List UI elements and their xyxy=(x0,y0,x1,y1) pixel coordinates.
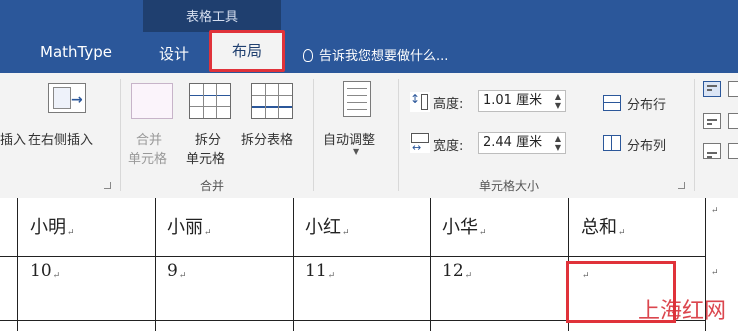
tell-me-text: 告诉我您想要做什么... xyxy=(319,49,449,64)
row-end-mark: ↵ xyxy=(711,268,719,278)
table-header-cell[interactable]: 小华↵ xyxy=(442,213,487,239)
cell-size-group-label: 单元格大小 xyxy=(479,179,540,193)
ribbon-separator xyxy=(120,79,121,191)
ribbon: → 插入 在右侧插入 合并 单元格 拆分 单元格 拆分表格 合并 自动调整 ▼ … xyxy=(0,73,738,199)
dialog-launcher-icon[interactable] xyxy=(678,182,685,189)
table-border xyxy=(293,198,294,331)
table-header-cell[interactable]: 小明↵ xyxy=(30,213,75,239)
row-height-icon: ↕ xyxy=(410,92,430,112)
tab-layout[interactable]: 布局 xyxy=(209,30,285,72)
spinner-arrows-icon[interactable]: ▲ ▼ xyxy=(555,134,561,152)
align-top-left-icon[interactable] xyxy=(703,81,721,97)
distribute-rows-icon[interactable] xyxy=(603,95,621,111)
split-table-icon[interactable] xyxy=(251,83,293,119)
tab-mathtype[interactable]: MathType xyxy=(40,43,112,61)
table-border xyxy=(0,256,706,257)
table-tools-title: 表格工具 xyxy=(185,10,238,25)
column-width-icon: ↔ xyxy=(410,133,430,154)
row-height-value: 1.01 厘米 xyxy=(483,93,543,108)
table-cell[interactable]: 11↵ xyxy=(305,261,335,281)
row-end-mark: ↵ xyxy=(711,206,719,216)
table-header-cell[interactable]: 小红↵ xyxy=(305,213,350,239)
width-label: 宽度: xyxy=(433,139,464,154)
split-table-button[interactable]: 拆分表格 xyxy=(241,129,293,148)
merge-cells-icon[interactable] xyxy=(131,83,173,119)
height-label: 高度: xyxy=(433,97,464,112)
ribbon-separator xyxy=(313,79,314,191)
align-bottom-left-icon[interactable] xyxy=(703,143,721,159)
insert-right-button[interactable]: 在右侧插入 xyxy=(28,129,93,148)
table-header-cell[interactable]: 小丽↵ xyxy=(167,213,212,239)
chevron-down-icon[interactable]: ▼ xyxy=(353,147,359,156)
table-border xyxy=(17,198,18,331)
lightbulb-icon xyxy=(303,49,313,62)
align-middle-center-icon[interactable] xyxy=(728,113,738,129)
spinner-arrows-icon[interactable]: ▲ ▼ xyxy=(555,92,561,110)
align-middle-left-icon[interactable] xyxy=(703,113,721,129)
table-border xyxy=(155,198,156,331)
split-cells-icon[interactable] xyxy=(189,83,231,119)
autofit-button[interactable]: 自动调整 xyxy=(323,129,375,148)
merge-cells-label-1: 合并 xyxy=(136,133,163,148)
align-bottom-center-icon[interactable] xyxy=(728,143,738,159)
distribute-columns-icon[interactable] xyxy=(603,135,621,151)
row-height-input[interactable]: 1.01 厘米 ▲ ▼ xyxy=(478,90,566,112)
distribute-rows-button[interactable]: 分布行 xyxy=(627,94,666,113)
ribbon-separator xyxy=(398,79,399,191)
split-cells-label-2[interactable]: 单元格 xyxy=(186,148,225,167)
tell-me-search[interactable]: 告诉我您想要做什么... xyxy=(303,45,448,64)
align-top-center-icon[interactable] xyxy=(728,81,738,97)
watermark: 上海红网 xyxy=(637,299,726,324)
merge-cells-label-2: 单元格 xyxy=(128,152,168,167)
column-width-value: 2.44 厘米 xyxy=(483,135,543,150)
insert-left-label[interactable]: 插入 xyxy=(0,129,26,148)
merge-group-label: 合并 xyxy=(200,179,225,193)
table-cell[interactable]: 9↵ xyxy=(167,261,186,281)
ribbon-separator xyxy=(694,79,695,191)
column-width-input[interactable]: 2.44 厘米 ▲ ▼ xyxy=(478,132,566,154)
autofit-icon[interactable] xyxy=(343,81,371,117)
distribute-columns-button[interactable]: 分布列 xyxy=(627,135,666,154)
dialog-launcher-icon[interactable] xyxy=(104,182,111,189)
table-header-cell[interactable]: 总和↵ xyxy=(581,213,626,239)
table-border xyxy=(430,198,431,331)
table-cell[interactable]: 12↵ xyxy=(442,261,472,281)
insert-right-icon[interactable]: → xyxy=(48,83,86,113)
tab-design[interactable]: 设计 xyxy=(159,43,189,64)
table-cell[interactable]: 10↵ xyxy=(30,261,60,281)
tab-layout-label: 布局 xyxy=(231,42,262,60)
split-cells-label-1[interactable]: 拆分 xyxy=(195,129,221,148)
